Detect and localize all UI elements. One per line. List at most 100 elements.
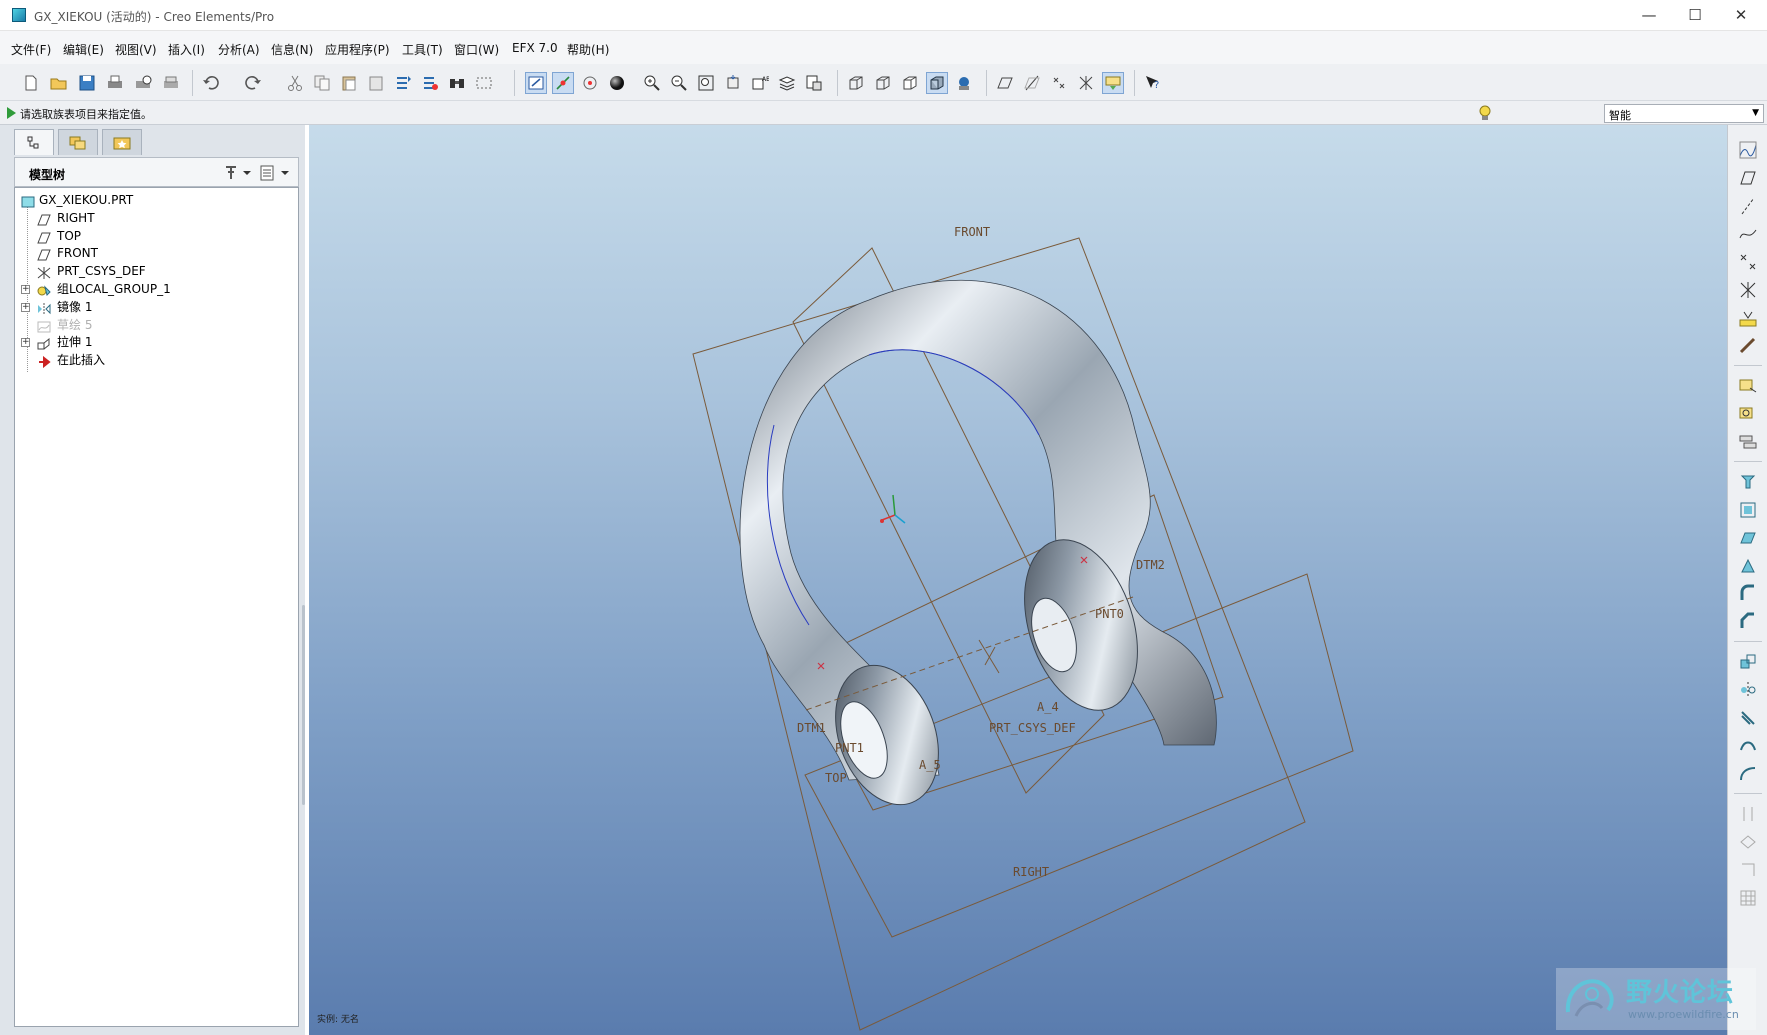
csys-tool-icon[interactable] bbox=[1737, 279, 1759, 301]
select-box-icon[interactable] bbox=[473, 72, 495, 94]
minimize-button[interactable]: — bbox=[1626, 0, 1672, 31]
csys-toggle-icon[interactable] bbox=[1075, 72, 1097, 94]
layers-tab[interactable] bbox=[58, 129, 98, 155]
shell-tool-icon[interactable] bbox=[1737, 735, 1759, 757]
datum-label-a5: A_5 bbox=[919, 758, 941, 772]
menu-tools[interactable]: 工具(T) bbox=[402, 41, 443, 58]
model-tree-header: 模型树 bbox=[14, 157, 299, 187]
repaint-icon[interactable] bbox=[525, 72, 547, 94]
regenerate-icon[interactable] bbox=[392, 72, 414, 94]
merge-tool-icon[interactable] bbox=[1737, 803, 1759, 825]
lightbulb-icon[interactable] bbox=[1478, 104, 1492, 122]
paste-icon[interactable] bbox=[338, 72, 360, 94]
datum-planes-toggle-icon[interactable] bbox=[994, 72, 1016, 94]
extrude-tool-icon[interactable] bbox=[1737, 471, 1759, 493]
mirror-tool-icon[interactable] bbox=[1737, 679, 1759, 701]
shading-icon[interactable] bbox=[926, 72, 948, 94]
forum-logo-icon bbox=[1565, 979, 1614, 1017]
orient-mode-icon[interactable] bbox=[579, 72, 601, 94]
thicken-tool-icon[interactable] bbox=[1737, 887, 1759, 909]
refit-icon[interactable] bbox=[695, 72, 717, 94]
model-tree-tab[interactable] bbox=[14, 129, 54, 155]
menu-efx[interactable]: EFX 7.0 bbox=[512, 41, 558, 55]
zoom-in-icon[interactable] bbox=[641, 72, 663, 94]
menu-insert[interactable]: 插入(I) bbox=[168, 41, 205, 58]
context-help-icon[interactable]: ? bbox=[1142, 72, 1164, 94]
expand-icon[interactable]: + bbox=[21, 285, 30, 294]
annotations-toggle-icon[interactable] bbox=[1102, 72, 1124, 94]
wireframe-icon[interactable] bbox=[845, 72, 867, 94]
close-button[interactable]: ✕ bbox=[1718, 0, 1764, 31]
round-tool-icon[interactable] bbox=[1737, 583, 1759, 605]
model-tree-display-icon[interactable] bbox=[953, 72, 975, 94]
datum-points-toggle-icon[interactable] bbox=[1048, 72, 1070, 94]
favorites-tab[interactable] bbox=[102, 129, 142, 155]
main-toolbar: AB ? bbox=[0, 64, 1767, 101]
undo-icon[interactable] bbox=[200, 72, 222, 94]
hidden-line-icon[interactable] bbox=[872, 72, 894, 94]
no-hidden-icon[interactable] bbox=[899, 72, 921, 94]
datum-axes-toggle-icon[interactable] bbox=[1021, 72, 1043, 94]
cut-icon[interactable] bbox=[284, 72, 306, 94]
menu-view[interactable]: 视图(V) bbox=[115, 41, 157, 58]
saved-views-icon[interactable]: AB bbox=[749, 72, 771, 94]
group-icon bbox=[37, 283, 51, 296]
menu-applications[interactable]: 应用程序(P) bbox=[325, 41, 390, 58]
graphics-window[interactable]: FRONT RIGHT TOP DTM1 DTM2 PNT0 PNT1 A_4 … bbox=[309, 125, 1727, 1035]
zoom-out-icon[interactable] bbox=[668, 72, 690, 94]
reference-tool-icon[interactable] bbox=[1737, 335, 1759, 357]
csys-icon bbox=[37, 265, 51, 280]
rib-tool-icon[interactable] bbox=[1737, 763, 1759, 785]
offset-tool-icon[interactable] bbox=[1737, 859, 1759, 881]
tree-item[interactable]: 在此插入 bbox=[15, 350, 295, 370]
shackle-model[interactable]: FRONT RIGHT TOP DTM1 DTM2 PNT0 PNT1 A_4 … bbox=[309, 125, 1727, 1035]
revolve-tool-icon[interactable] bbox=[1737, 499, 1759, 521]
layers-icon[interactable] bbox=[776, 72, 798, 94]
sketch-tool-icon[interactable] bbox=[1737, 139, 1759, 161]
quick-print-icon[interactable] bbox=[132, 72, 154, 94]
sweep-tool-icon[interactable] bbox=[1737, 527, 1759, 549]
expand-icon[interactable]: + bbox=[21, 302, 30, 312]
selection-filter-select[interactable]: 智能 ▼ bbox=[1604, 104, 1764, 123]
menu-file[interactable]: 文件(F) bbox=[11, 41, 51, 58]
trim-tool-icon[interactable] bbox=[1737, 831, 1759, 853]
open-folder-icon[interactable] bbox=[48, 72, 70, 94]
menu-analysis[interactable]: 分析(A) bbox=[218, 41, 260, 58]
view-manager-icon[interactable] bbox=[803, 72, 825, 94]
spin-center-icon[interactable] bbox=[552, 72, 574, 94]
pattern-tool-icon[interactable] bbox=[1737, 651, 1759, 673]
menu-info[interactable]: 信息(N) bbox=[271, 41, 313, 58]
appearance-sphere-icon[interactable] bbox=[606, 72, 628, 94]
blend-tool-icon[interactable] bbox=[1737, 555, 1759, 577]
print-icon[interactable] bbox=[104, 72, 126, 94]
paste-special-icon[interactable] bbox=[365, 72, 387, 94]
show-menu-icon[interactable] bbox=[259, 164, 293, 182]
find-icon[interactable] bbox=[446, 72, 468, 94]
shrinkwrap-icon[interactable] bbox=[1737, 403, 1759, 425]
send-mail-icon[interactable] bbox=[160, 72, 182, 94]
chamfer-tool-icon[interactable] bbox=[1737, 611, 1759, 633]
new-file-icon[interactable] bbox=[20, 72, 42, 94]
datum-plane-icon bbox=[37, 247, 51, 261]
menu-edit[interactable]: 编辑(E) bbox=[63, 41, 104, 58]
reorient-icon[interactable] bbox=[722, 72, 744, 94]
datum-plane-tool-icon[interactable] bbox=[1737, 167, 1759, 189]
menu-help[interactable]: 帮助(H) bbox=[567, 41, 609, 58]
maximize-button[interactable]: ☐ bbox=[1672, 0, 1718, 31]
datum-curve-tool-icon[interactable] bbox=[1737, 223, 1759, 245]
copy-geometry-icon[interactable] bbox=[1737, 375, 1759, 397]
feature-toolbar bbox=[1727, 125, 1767, 1035]
draft-tool-icon[interactable] bbox=[1737, 707, 1759, 729]
publish-geometry-icon[interactable] bbox=[1737, 431, 1759, 453]
tree-settings-icon[interactable] bbox=[223, 164, 253, 182]
save-icon[interactable] bbox=[76, 72, 98, 94]
expand-icon[interactable]: + bbox=[21, 338, 30, 348]
analysis-tool-icon[interactable] bbox=[1737, 307, 1759, 329]
menu-window[interactable]: 窗口(W) bbox=[454, 41, 499, 58]
panel-splitter[interactable] bbox=[300, 605, 307, 805]
datum-point-tool-icon[interactable] bbox=[1737, 251, 1759, 273]
regen-manager-icon[interactable] bbox=[419, 72, 441, 94]
copy-icon[interactable] bbox=[311, 72, 333, 94]
redo-icon[interactable] bbox=[242, 72, 264, 94]
datum-axis-tool-icon[interactable] bbox=[1737, 195, 1759, 217]
